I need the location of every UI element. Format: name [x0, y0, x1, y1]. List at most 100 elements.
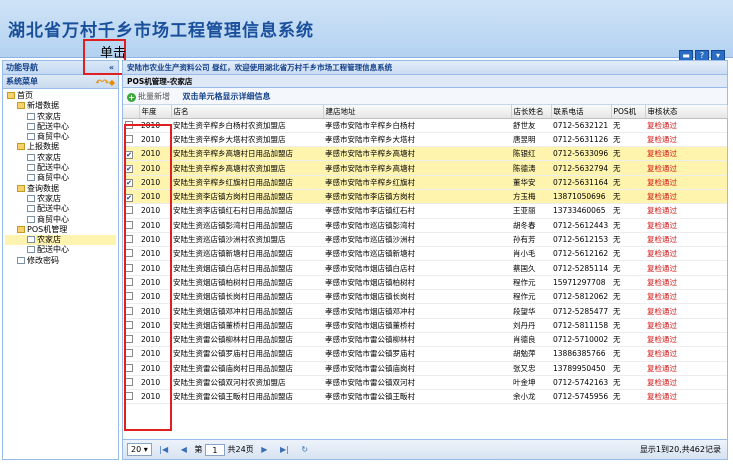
cell-status[interactable]: 复检通过 [645, 275, 727, 291]
prev-page-icon[interactable]: ◀ [181, 445, 187, 454]
tree-node[interactable]: 农家店 [5, 194, 116, 204]
row-checkbox[interactable] [123, 232, 139, 248]
row-checkbox[interactable] [123, 203, 139, 219]
cell-status[interactable]: 复检通过 [645, 218, 727, 233]
tree-node[interactable]: 修改密码 [5, 256, 116, 266]
cell-status[interactable]: 复检通过 [645, 146, 727, 162]
table-row[interactable]: 2010 安陆生资巡店镇彭湾村日用品加盟店 孝感市安陆市巡店镇彭湾村 胡冬春 0712-… [123, 218, 727, 233]
row-checkbox[interactable]: ✔ [123, 189, 139, 205]
row-checkbox[interactable]: ✔ [123, 160, 139, 176]
table-row[interactable]: ✔ 2010 安陆生资辛榨乡红旗村日用品加盟店 孝感市安陆市辛榨乡红旗村 董华安 0712… [123, 175, 727, 190]
tree-node[interactable]: 首页 [5, 91, 116, 101]
checkbox-icon[interactable] [125, 134, 133, 143]
tree-node[interactable]: 上报数据 [5, 142, 116, 152]
checkbox-icon[interactable] [125, 392, 133, 401]
row-checkbox[interactable] [123, 289, 139, 305]
row-checkbox[interactable] [123, 375, 139, 391]
table-row[interactable]: 2010 安陆生资烟店镇董桥村日用品加盟店 孝感市安陆市烟店镇董桥村 刘丹丹 0712-… [123, 318, 727, 333]
cell-status[interactable]: 复检通过 [645, 389, 727, 405]
batch-add-button[interactable]: + 批量新增 [127, 92, 173, 102]
tab-pos-farm-store[interactable]: POS机管理-农家店 [123, 75, 727, 88]
tree-node[interactable]: 农家店 [5, 153, 116, 163]
cell-status[interactable]: 复检通过 [645, 203, 727, 219]
table-row[interactable]: ✔ 2010 安陆生资辛榨乡高塘村日用品加盟店 孝感市安陆市辛榨乡高塘村 陈银红 0712… [123, 146, 727, 162]
row-checkbox[interactable] [123, 275, 139, 291]
table-row[interactable]: 2010 安陆生资烟店镇柏树村日用品加盟店 孝感市安陆市烟店镇柏树村 程作元 15971… [123, 275, 727, 291]
checkbox-icon[interactable] [125, 277, 133, 286]
table-row[interactable]: 2010 安陆生资雷公镇双河村农资加盟店 孝感市安陆市雷公镇双河村 叶金坤 0712-5… [123, 375, 727, 391]
checkbox-icon[interactable] [125, 120, 133, 129]
row-checkbox[interactable] [123, 318, 139, 333]
row-checkbox[interactable] [123, 132, 139, 148]
col-header-name[interactable]: 店名 [171, 105, 324, 119]
row-checkbox[interactable] [123, 246, 139, 262]
tree-node[interactable]: 商贸中心 [5, 132, 116, 142]
table-row[interactable]: 2010 安陆生资李店镇红石村日用品加盟店 孝感市安陆市李店镇红石村 王亚丽 13733… [123, 203, 727, 219]
row-checkbox[interactable] [123, 346, 139, 362]
table-row[interactable]: ✔ 2010 安陆生资辛榨乡高塘村农资加盟店 孝感市安陆市辛榨乡高塘村 陈德涛 0712-… [123, 160, 727, 176]
cell-status[interactable]: 复检通过 [645, 232, 727, 248]
tree-node[interactable]: POS机管理 [5, 225, 116, 235]
tree-node[interactable]: 商贸中心 [5, 173, 116, 183]
table-row[interactable]: 2010 安陆生资烟店镇长岗村日用品加盟店 孝感市安陆市烟店镇长岗村 程作元 0712-… [123, 289, 727, 305]
cell-status[interactable]: 复检通过 [645, 318, 727, 333]
checked-checkbox-icon[interactable]: ✔ [125, 165, 133, 174]
tree-node[interactable]: 新增数据 [5, 101, 116, 111]
tree-node[interactable]: 配送中心 [5, 163, 116, 173]
cell-status[interactable]: 复检通过 [645, 361, 727, 376]
row-checkbox[interactable] [123, 361, 139, 376]
refresh-icon[interactable]: ↻ [301, 445, 308, 454]
cell-status[interactable]: 复检通过 [645, 132, 727, 148]
tree-node[interactable]: 配送中心 [5, 122, 116, 132]
checkbox-icon[interactable] [125, 263, 133, 272]
cell-status[interactable]: 复检通过 [645, 260, 727, 276]
tree-node[interactable]: 配送中心 [5, 245, 116, 255]
tree-node[interactable]: 农家店 [5, 112, 116, 122]
checkbox-icon[interactable] [125, 220, 133, 229]
checkbox-icon[interactable] [125, 363, 133, 372]
col-header-address[interactable]: 建店地址 [323, 105, 512, 119]
table-row[interactable]: 2010 安陆生资雷公镇王畈村日用品加盟店 孝感市安陆市雷公镇王畈村 余小龙 0712-… [123, 389, 727, 405]
tree-node[interactable]: 配送中心 [5, 204, 116, 214]
cell-status[interactable]: 复检通过 [645, 303, 727, 319]
cell-status[interactable]: 复检通过 [645, 189, 727, 205]
row-checkbox[interactable] [123, 218, 139, 233]
table-row[interactable]: 2010 安陆生资雷公镇罗庙村日用品加盟店 孝感市安陆市雷公镇罗庙村 胡勉萍 13886… [123, 346, 727, 362]
page-input[interactable]: 1 [204, 443, 225, 456]
row-checkbox[interactable] [123, 332, 139, 348]
row-checkbox[interactable]: ✔ [123, 146, 139, 162]
cell-status[interactable]: 复检通过 [645, 375, 727, 391]
tree-node[interactable]: 农家店 [5, 235, 116, 246]
row-checkbox[interactable] [123, 260, 139, 276]
row-checkbox[interactable] [123, 389, 139, 405]
col-header-manager[interactable]: 店长姓名 [511, 105, 552, 119]
table-row[interactable]: 2010 安陆生资雷公镇庙岗村日用品加盟店 孝感市安陆市雷公镇庙岗村 张又忠 13789… [123, 361, 727, 376]
checkbox-icon[interactable] [125, 377, 133, 386]
checkbox-icon[interactable] [125, 306, 133, 315]
row-checkbox[interactable] [123, 303, 139, 319]
col-header-pos[interactable]: POS机 [611, 105, 646, 119]
checkbox-icon[interactable] [125, 249, 133, 258]
checkbox-icon[interactable] [125, 335, 133, 344]
col-header-phone[interactable]: 联系电话 [551, 105, 612, 119]
table-row[interactable]: 2010 安陆生资巡店镇沙洲村农资加盟店 孝感市安陆市巡店镇沙洲村 孙有芳 0712-5… [123, 232, 727, 248]
cell-status[interactable]: 复检通过 [645, 246, 727, 262]
tree-node[interactable]: 商贸中心 [5, 215, 116, 225]
checked-checkbox-icon[interactable]: ✔ [125, 193, 133, 202]
col-header-year[interactable]: 年度 [139, 105, 172, 119]
cell-status[interactable]: 复检通过 [645, 118, 727, 133]
table-row[interactable]: 2010 安陆生资烟店镇白店村日用品加盟店 孝感市安陆市烟店镇白店村 蔡国久 0712-… [123, 260, 727, 276]
table-row[interactable]: 2010 安陆生资辛榨乡大塔村农资加盟店 孝感市安陆市辛榨乡大塔村 唐昱明 0712-5… [123, 132, 727, 148]
table-row[interactable]: 2010 安陆生资烟店镇邓冲村日用品加盟店 孝感市安陆市烟店镇邓冲村 段望华 0712-… [123, 303, 727, 319]
refresh-arrows-icon[interactable]: ↶↷◆ [95, 76, 115, 90]
table-row[interactable]: 2010 安陆生资巡店镇新塘村日用品加盟店 孝感市安陆市巡店镇新塘村 肖小毛 0712-… [123, 246, 727, 262]
table-row[interactable]: 2010 安陆生资雷公镇柳林村日用品加盟店 孝感市安陆市雷公镇柳林村 肖德良 0712-… [123, 332, 727, 348]
row-checkbox[interactable] [123, 118, 139, 133]
cell-status[interactable]: 复检通过 [645, 332, 727, 348]
checkbox-icon[interactable] [125, 206, 133, 215]
row-checkbox[interactable]: ✔ [123, 175, 139, 190]
col-header-status[interactable]: 审核状态 [645, 105, 728, 119]
checkbox-icon[interactable] [125, 320, 133, 329]
checked-checkbox-icon[interactable]: ✔ [125, 179, 133, 188]
table-row[interactable]: 2010 安陆生资辛榨乡白杨村农资加盟店 孝感市安陆市辛榨乡白杨村 舒世友 0712-5… [123, 118, 727, 133]
